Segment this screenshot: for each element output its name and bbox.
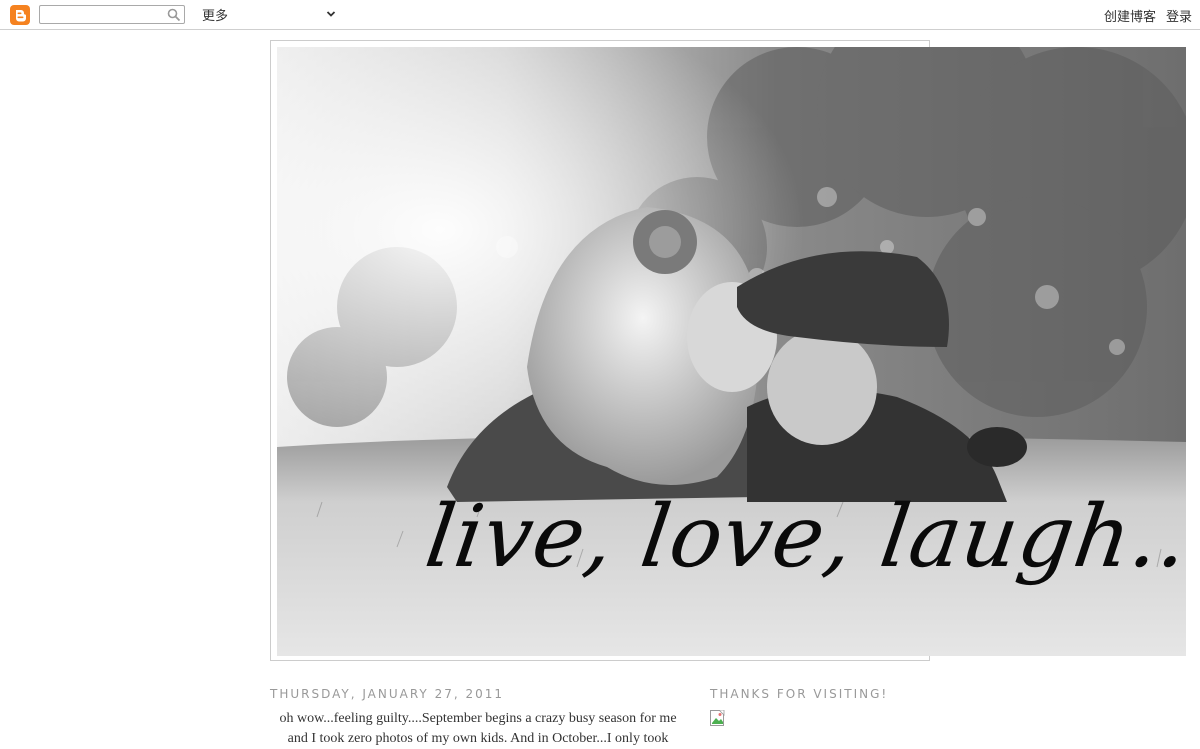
search-input[interactable] (42, 6, 162, 23)
post-body: oh wow...feeling guilty....September beg… (276, 709, 680, 749)
post-body-line: and I took zero photos of my own kids. A… (287, 731, 669, 746)
more-dropdown-label: 更多 (202, 9, 229, 24)
search-box (39, 5, 185, 24)
sidebar-widget-title: THANKS FOR VISITING! (710, 687, 889, 701)
post-body-line: oh wow...feeling guilty....September beg… (279, 711, 677, 726)
create-blog-link[interactable]: 创建博客 (1104, 6, 1156, 25)
header-photo[interactable]: live, love, laugh... (277, 47, 1186, 656)
chevron-down-icon (326, 11, 336, 17)
blogger-navbar: 更多 创建博客 登录 (0, 0, 1200, 30)
header-tagline: live, love, laugh... (419, 487, 1186, 587)
blogger-logo-icon[interactable] (10, 5, 30, 25)
post-date: THURSDAY, JANUARY 27, 2011 (270, 687, 505, 701)
login-link[interactable]: 登录 (1166, 6, 1192, 25)
search-icon[interactable] (167, 8, 181, 22)
broken-image-icon[interactable] (710, 710, 726, 726)
more-dropdown[interactable]: 更多 (202, 5, 336, 24)
